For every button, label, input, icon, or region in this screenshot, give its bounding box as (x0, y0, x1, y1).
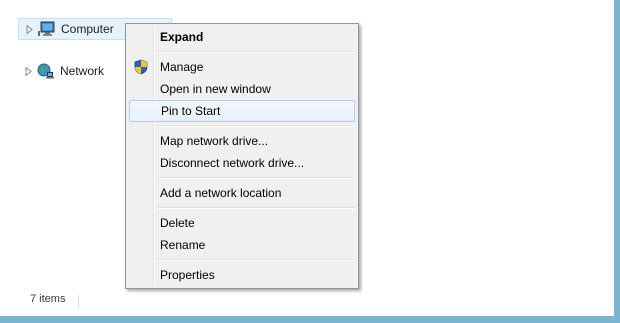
menu-item-disconnect-network-drive[interactable]: Disconnect network drive... (129, 152, 355, 174)
menu-item-label: Add a network location (160, 186, 282, 200)
window-border-right[interactable] (614, 0, 620, 323)
menu-separator (157, 125, 354, 127)
menu-item-label: Properties (160, 268, 215, 282)
menu-item-label: Map network drive... (160, 134, 269, 148)
computer-icon (37, 21, 55, 37)
menu-item-label: Manage (160, 60, 204, 74)
menu-item-label: Open in new window (160, 82, 271, 96)
shield-icon (133, 59, 149, 75)
menu-item-pin-to-start[interactable]: Pin to Start (129, 100, 355, 122)
expand-arrow-icon[interactable] (23, 66, 33, 76)
status-divider (78, 295, 79, 307)
menu-item-label: Disconnect network drive... (160, 156, 305, 170)
network-icon (36, 63, 54, 79)
explorer-window: Computer Network 7 items Expand Manage O… (0, 0, 620, 323)
menu-separator (157, 51, 354, 53)
menu-item-expand[interactable]: Expand (129, 26, 355, 48)
menu-item-label: Delete (160, 216, 195, 230)
menu-item-properties[interactable]: Properties (129, 264, 355, 286)
menu-separator (157, 207, 354, 209)
menu-item-open-new-window[interactable]: Open in new window (129, 78, 355, 100)
menu-item-manage[interactable]: Manage (129, 56, 355, 78)
menu-separator (157, 259, 354, 261)
menu-item-map-network-drive[interactable]: Map network drive... (129, 130, 355, 152)
status-bar: 7 items (0, 290, 614, 316)
item-count: 7 items (30, 293, 66, 305)
menu-separator (157, 177, 354, 179)
menu-item-add-network-location[interactable]: Add a network location (129, 182, 355, 204)
context-menu: Expand Manage Open in new window Pin to … (125, 23, 359, 289)
menu-item-label: Rename (160, 238, 206, 252)
menu-item-delete[interactable]: Delete (129, 212, 355, 234)
expand-arrow-icon[interactable] (24, 24, 34, 34)
tree-label-network: Network (60, 64, 105, 78)
menu-item-rename[interactable]: Rename (129, 234, 355, 256)
menu-item-label: Pin to Start (161, 104, 221, 118)
tree-label-computer: Computer (61, 22, 114, 36)
window-border-bottom[interactable] (0, 316, 620, 323)
menu-item-label: Expand (160, 30, 204, 44)
